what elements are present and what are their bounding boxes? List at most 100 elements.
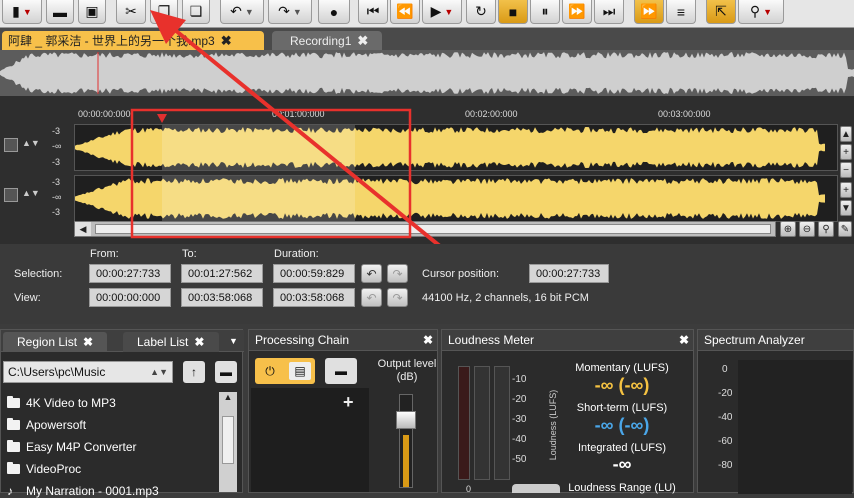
tab-label-list[interactable]: Label List ✖	[123, 332, 219, 352]
tab-region-list[interactable]: Region List ✖	[3, 332, 107, 352]
channel-2-arrows-icon[interactable]: ▲▼	[22, 188, 40, 198]
follow-cursor-icon: ⏩	[640, 3, 658, 19]
close-icon[interactable]: ✖	[83, 335, 93, 349]
channel-1-arrows-icon[interactable]: ▲▼	[22, 138, 40, 148]
paste-icon: ❏	[189, 3, 203, 19]
list-item[interactable]: VideoProc	[7, 462, 81, 476]
new-file-button[interactable]: ▮ ▼	[2, 0, 42, 24]
close-icon[interactable]: ✖	[679, 333, 689, 347]
selection-label: Selection:	[14, 268, 63, 280]
copy-button[interactable]: ❐	[150, 0, 178, 24]
scroll-up-icon[interactable]: ▲	[219, 392, 237, 408]
open-button[interactable]: ▬	[46, 0, 74, 24]
meter-scale-label: -40	[512, 434, 527, 445]
zoom-out-horizontal-icon[interactable]: ⊖	[799, 221, 815, 237]
chain-slot-area[interactable]: +	[251, 388, 369, 492]
view-undo-icon[interactable]: ↶	[361, 288, 382, 307]
list-scrollbar[interactable]: ▲	[219, 392, 237, 492]
channel-1-db-bottom: -3	[52, 157, 61, 167]
selection-duration-field[interactable]: 00:00:59:829	[273, 264, 355, 283]
output-level-slider[interactable]	[396, 394, 416, 488]
output-level-label: Output level (dB)	[377, 358, 437, 383]
meter-scale-label: -10	[512, 374, 527, 385]
fast-forward-button[interactable]: ⏩	[562, 0, 592, 24]
view-duration-field[interactable]: 00:03:58:068	[273, 288, 355, 307]
tab-label: Recording1	[290, 33, 352, 48]
zoom-in-vertical-icon[interactable]: +	[840, 144, 852, 160]
close-icon[interactable]: ✖	[423, 333, 433, 347]
settings-wrench-icon[interactable]: ✎	[838, 221, 852, 237]
playhead-marker[interactable]	[157, 114, 167, 123]
meter-bar-left	[458, 366, 470, 480]
list-item[interactable]: Apowersoft	[7, 418, 86, 432]
close-tab-icon[interactable]: ✖	[221, 33, 232, 49]
view-to-field[interactable]: 00:03:58:068	[181, 288, 263, 307]
view-redo-icon[interactable]: ↷	[387, 288, 408, 307]
list-item[interactable]: 4K Video to MP3	[7, 396, 116, 410]
close-tab-icon[interactable]: ✖	[357, 33, 368, 49]
selection-undo-icon[interactable]: ↶	[361, 264, 382, 283]
close-icon[interactable]: ✖	[194, 335, 204, 349]
channel-1-toggle[interactable]	[4, 138, 18, 152]
spectrum-scale-label: -60	[718, 436, 733, 447]
folder-path-select[interactable]: C:\Users\pc\Music ▲▼	[3, 361, 173, 383]
clipboard-icon[interactable]: ▤	[289, 362, 311, 380]
redo-button[interactable]: ↷ ▼	[268, 0, 312, 24]
zoom-fit-icon[interactable]: ⚲	[818, 221, 834, 237]
list-scroll-thumb[interactable]	[222, 416, 234, 464]
paste-button[interactable]: ❏	[182, 0, 210, 24]
copy-icon: ❐	[157, 3, 171, 19]
selection-from-field[interactable]: 00:00:27:733	[89, 264, 171, 283]
undo-icon: ↶	[230, 3, 242, 19]
processing-chain-title: Processing Chain	[255, 333, 350, 347]
redo-icon: ↷	[278, 3, 290, 19]
vertical-scroll-up-icon[interactable]: ▲	[840, 126, 852, 142]
cursor-position-field[interactable]: 00:00:27:733	[529, 264, 609, 283]
selection-redo-icon[interactable]: ↷	[387, 264, 408, 283]
spectrum-analyzer-header: Spectrum Analyzer	[698, 330, 853, 351]
select-tool-button[interactable]: ⇱	[706, 0, 736, 24]
loop-button[interactable]: ↻	[466, 0, 496, 24]
browse-folder-icon[interactable]: ▬	[215, 361, 237, 383]
file-tab-bar: 阿肆 _ 郭采洁 - 世界上的另一个我.mp3 ✖ Recording1 ✖	[0, 28, 854, 50]
zoom-in-vertical-2-icon[interactable]: +	[840, 182, 852, 198]
tab-recording1[interactable]: Recording1 ✖	[272, 31, 382, 50]
channel-1-waveform[interactable]	[74, 124, 838, 171]
undo-button[interactable]: ↶ ▼	[220, 0, 264, 24]
play-button[interactable]: ▶ ▼	[422, 0, 462, 24]
power-icon[interactable]: ⏻	[259, 362, 281, 380]
waveform-view-button[interactable]: ≡	[666, 0, 696, 24]
loudness-meter-title: Loudness Meter	[448, 333, 535, 347]
cut-button[interactable]: ✂	[116, 0, 146, 24]
overview-waveform[interactable]	[0, 50, 854, 96]
add-effect-icon[interactable]: +	[343, 392, 354, 413]
zoom-out-vertical-icon[interactable]: −	[840, 162, 852, 178]
scroll-left-icon[interactable]: ◀	[75, 222, 91, 236]
output-level-handle[interactable]	[396, 411, 416, 429]
follow-playback-button[interactable]: ⏩	[634, 0, 664, 24]
record-button[interactable]: ●	[318, 0, 350, 24]
list-item[interactable]: Easy M4P Converter	[7, 440, 137, 454]
stop-button[interactable]: ■	[498, 0, 528, 24]
go-end-button[interactable]: ⏭	[594, 0, 624, 24]
vertical-scroll-down-icon[interactable]: ▼	[840, 200, 852, 216]
panel-menu-icon[interactable]: ▼	[229, 336, 238, 346]
channel-2-waveform[interactable]	[74, 175, 838, 222]
zoom-in-horizontal-icon[interactable]: ⊕	[780, 221, 796, 237]
save-button[interactable]: ▣	[78, 0, 106, 24]
tab-current-file[interactable]: 阿肆 _ 郭采洁 - 世界上的另一个我.mp3 ✖	[2, 31, 264, 50]
go-start-button[interactable]: ⏮	[358, 0, 388, 24]
rewind-button[interactable]: ⏪	[390, 0, 420, 24]
selection-to-field[interactable]: 00:01:27:562	[181, 264, 263, 283]
channel-2-toggle[interactable]	[4, 188, 18, 202]
open-chain-icon[interactable]: ▬	[325, 358, 357, 384]
folder-up-icon[interactable]: ↑	[183, 361, 205, 383]
pause-button[interactable]: ⏸	[530, 0, 560, 24]
duration-label: Duration:	[274, 248, 319, 260]
horizontal-scrollbar[interactable]: ◀	[74, 221, 776, 237]
list-item[interactable]: ♪ My Narration - 0001.mp3	[7, 484, 159, 498]
integrated-label: Integrated (LUFS)	[577, 442, 667, 454]
scrollbar-thumb[interactable]	[95, 224, 771, 234]
zoom-tool-button[interactable]: ⚲ ▼	[738, 0, 784, 24]
view-from-field[interactable]: 00:00:00:000	[89, 288, 171, 307]
